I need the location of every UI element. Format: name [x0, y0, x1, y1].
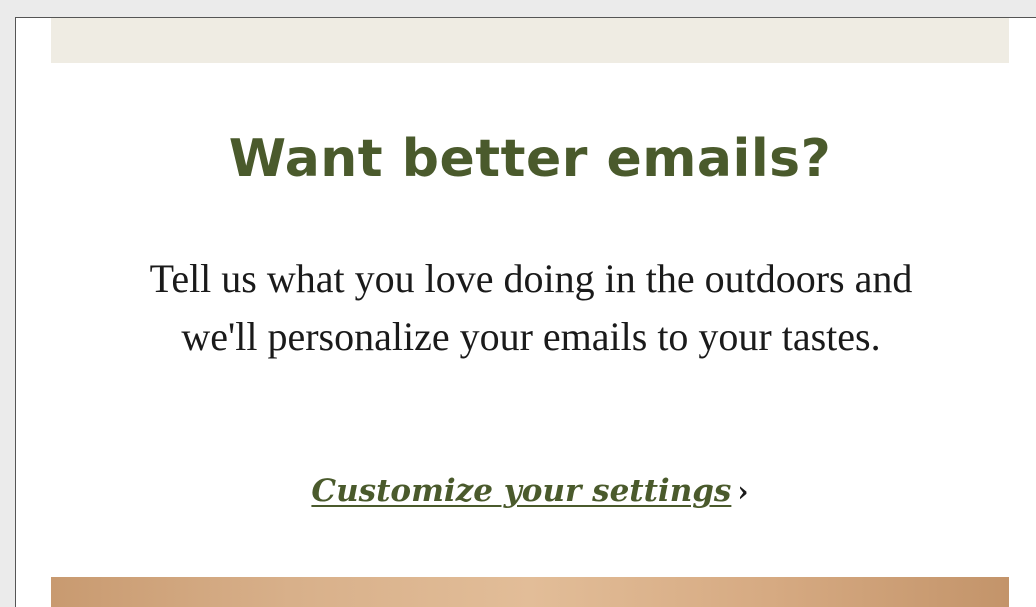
- promo-headline: Want better emails?: [228, 129, 832, 189]
- header-band: [51, 18, 1009, 63]
- footer-banner-image: [51, 577, 1009, 607]
- chevron-right-icon: ›: [737, 475, 749, 508]
- customize-settings-link[interactable]: Customize your settings: [311, 473, 731, 509]
- email-content-frame: Want better emails? Tell us what you lov…: [15, 17, 1036, 607]
- promo-body-text: Tell us what you love doing in the outdo…: [149, 256, 913, 359]
- cta-row: Customize your settings ›: [51, 466, 1009, 517]
